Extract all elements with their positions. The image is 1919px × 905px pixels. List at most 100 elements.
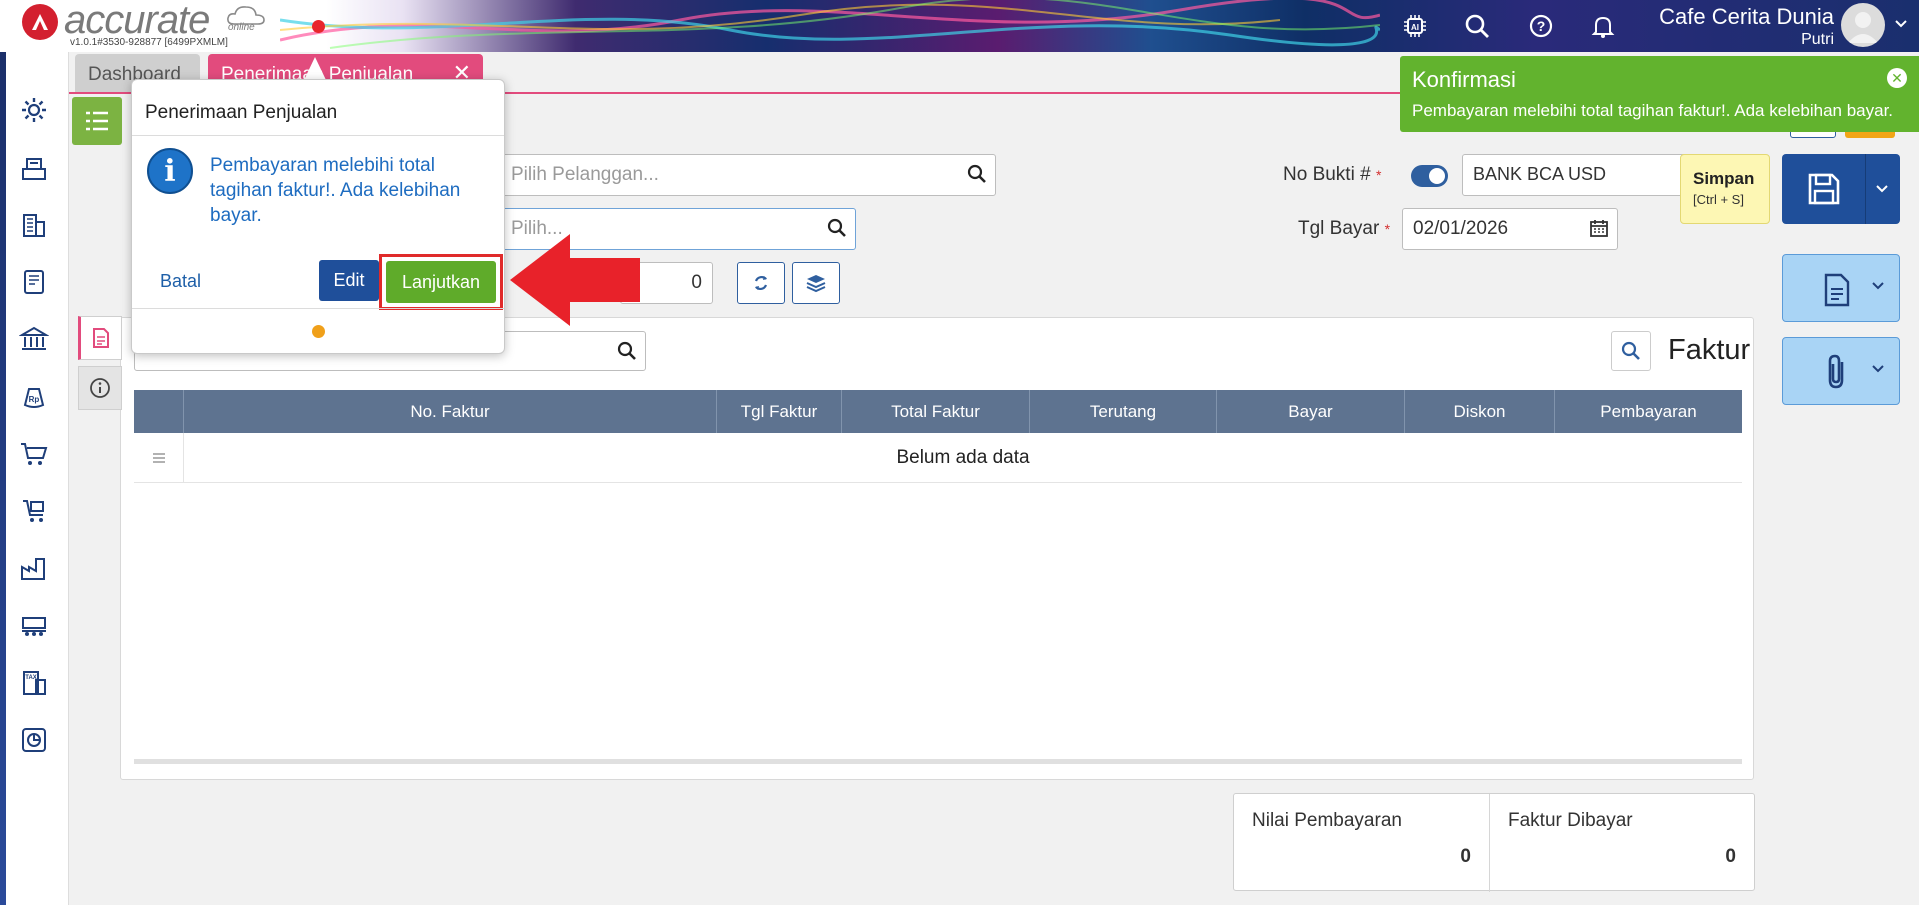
paperclip-icon <box>1828 354 1844 389</box>
column-header[interactable]: Total Faktur <box>842 390 1030 433</box>
save-button[interactable] <box>1782 154 1900 224</box>
close-icon[interactable]: ✕ <box>1887 68 1907 88</box>
attachment-button[interactable] <box>1782 337 1900 405</box>
building-icon[interactable] <box>18 209 50 241</box>
search-icon[interactable] <box>967 164 987 184</box>
column-header[interactable]: Pembayaran <box>1555 390 1742 433</box>
svg-text:Rp: Rp <box>29 395 40 404</box>
conveyor-icon[interactable] <box>18 609 50 641</box>
money-bag-icon[interactable]: Rp <box>18 380 50 412</box>
factory-icon[interactable] <box>18 552 50 584</box>
faktur-title: Faktur <box>1668 334 1751 366</box>
user-name: Putri <box>1801 31 1834 48</box>
auto-number-toggle[interactable] <box>1411 165 1448 187</box>
column-header[interactable]: Bayar <box>1217 390 1405 433</box>
tooltip-shortcut: [Ctrl + S] <box>1693 192 1744 207</box>
info-icon: i <box>147 148 193 194</box>
header-handle <box>134 390 184 433</box>
layers-icon <box>806 275 826 293</box>
save-icon <box>1808 173 1840 205</box>
column-header[interactable]: Terutang <box>1030 390 1217 433</box>
help-icon[interactable]: ? <box>1527 12 1555 40</box>
top-bar <box>0 0 1919 52</box>
divider <box>132 135 504 136</box>
nilai-pembayaran: Nilai Pembayaran 0 <box>1234 794 1490 892</box>
list-icon <box>86 111 108 131</box>
tooltip-title: Simpan <box>1693 169 1755 188</box>
loading-dot <box>312 325 325 338</box>
chevron-down-icon[interactable] <box>1871 281 1885 291</box>
company-info[interactable]: Cafe Cerita Dunia Putri <box>1659 4 1834 49</box>
svg-text:TAX: TAX <box>25 675 37 681</box>
faktur-dibayar: Faktur Dibayar 0 <box>1490 794 1754 892</box>
column-header[interactable]: Diskon <box>1405 390 1555 433</box>
logo-subtitle: online <box>228 22 255 33</box>
company-name: Cafe Cerita Dunia <box>1659 4 1834 29</box>
layers-button[interactable] <box>792 262 840 304</box>
accurate-logo-icon[interactable] <box>22 4 58 40</box>
tgl-bayar-value: 02/01/2026 <box>1413 218 1509 239</box>
header-decoration <box>280 0 1380 49</box>
edit-button[interactable]: Edit <box>319 260 379 301</box>
toast-message: Pembayaran melebihi total tagihan faktur… <box>1412 101 1894 120</box>
faktur-search-button[interactable] <box>1611 331 1651 371</box>
pelanggan-input[interactable]: Pilih Pelanggan... <box>500 154 996 196</box>
search-icon <box>1621 341 1640 360</box>
nilai-label: Nilai Pembayaran <box>1252 810 1402 831</box>
search-icon[interactable] <box>617 341 637 361</box>
tax-document-icon[interactable]: TAX <box>18 667 50 699</box>
pelanggan-placeholder: Pilih Pelanggan... <box>511 164 659 185</box>
confirmation-dialog: Penerimaan Penjualan i Pembayaran melebi… <box>131 79 505 354</box>
column-header[interactable]: Tgl Faktur <box>717 390 842 433</box>
tgl-bayar-text: Tgl Bayar <box>1298 218 1380 239</box>
version-text: v1.0.1#3530-928877 [6499PXMLM] <box>70 37 228 48</box>
detail-tab[interactable] <box>78 316 122 360</box>
chevron-down-icon[interactable] <box>1871 364 1885 374</box>
table-row: Belum ada data <box>134 433 1742 483</box>
settings-icon[interactable] <box>18 94 50 126</box>
document-icon <box>1824 273 1850 307</box>
calendar-icon[interactable] <box>1589 218 1609 238</box>
cart-icon[interactable] <box>18 438 50 470</box>
chevron-down-icon[interactable] <box>1895 18 1907 32</box>
nilai-value: 0 <box>1460 846 1471 867</box>
divider <box>132 308 504 309</box>
row-menu-icon[interactable] <box>134 433 184 482</box>
ai-chip-icon[interactable]: AI <box>1401 12 1429 40</box>
info-icon <box>90 378 110 398</box>
save-tooltip: Simpan [Ctrl + S] <box>1680 154 1770 224</box>
cancel-button[interactable]: Batal <box>160 271 201 292</box>
continue-button[interactable]: Lanjutkan <box>386 261 496 303</box>
ledger-book-icon[interactable] <box>18 266 50 298</box>
required-mark: * <box>1375 167 1382 183</box>
popover-arrow <box>304 57 326 80</box>
info-tab[interactable] <box>78 366 122 410</box>
save-split <box>1865 154 1866 224</box>
tgl-bayar-input[interactable]: 02/01/2026 <box>1402 208 1618 250</box>
search-icon[interactable] <box>1463 12 1491 40</box>
search-icon[interactable] <box>827 218 847 238</box>
list-view-button[interactable] <box>72 97 122 145</box>
faktur-dibayar-label: Faktur Dibayar <box>1508 810 1633 831</box>
avatar[interactable] <box>1841 3 1885 47</box>
report-chart-icon[interactable] <box>18 724 50 756</box>
purchase-cart-icon[interactable] <box>18 495 50 527</box>
confirmation-toast: Konfirmasi Pembayaran melebihi total tag… <box>1400 56 1919 132</box>
svg-text:AI: AI <box>1411 23 1419 32</box>
bank-input[interactable]: BANK BCA USD <box>1462 154 1687 196</box>
refresh-button[interactable] <box>737 262 785 304</box>
faktur-panel <box>120 317 1754 780</box>
chevron-down-icon[interactable] <box>1875 184 1889 194</box>
table-header: No. Faktur Tgl Faktur Total Faktur Terut… <box>134 390 1742 433</box>
red-arrow-icon <box>510 234 640 326</box>
column-header[interactable]: No. Faktur <box>184 390 717 433</box>
bell-icon[interactable] <box>1589 12 1617 40</box>
required-mark: * <box>1384 221 1391 237</box>
tgl-bayar-label: Tgl Bayar * <box>1298 218 1390 240</box>
document-action-button[interactable] <box>1782 254 1900 322</box>
bank-icon[interactable] <box>18 323 50 355</box>
summary-box: Nilai Pembayaran 0 Faktur Dibayar 0 <box>1233 793 1755 892</box>
svg-text:?: ? <box>1537 18 1546 34</box>
horizontal-scrollbar[interactable] <box>134 759 1742 764</box>
cash-register-icon[interactable] <box>18 152 50 184</box>
